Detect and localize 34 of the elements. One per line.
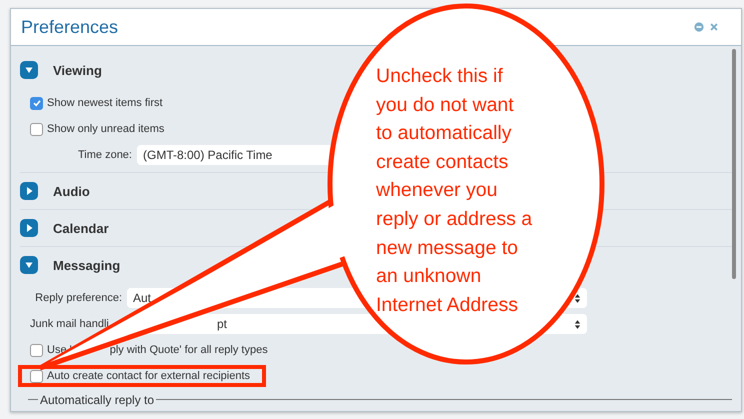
window-title: Preferences: [21, 16, 118, 38]
callout-text-line: new message to: [376, 236, 519, 261]
checkbox-label: ply with Quote' for all reply types: [110, 344, 268, 356]
checkmark-icon: [32, 98, 42, 108]
field-label: Reply preference:: [34, 292, 122, 304]
checkbox-label: Auto create contact for external recipients: [47, 370, 250, 382]
callout-text-line: an unknown: [376, 264, 482, 290]
checkbox[interactable]: [30, 122, 43, 136]
checkbox-label: Show newest items first: [47, 97, 163, 109]
section-title[interactable]: Audio: [53, 184, 90, 198]
callout-text-line: you do not want: [376, 92, 515, 118]
checkbox[interactable]: [30, 344, 43, 356]
section-title[interactable]: Calendar: [53, 220, 109, 236]
group-legend: Automatically reply to: [38, 393, 156, 407]
checkbox[interactable]: [30, 96, 43, 110]
field-label: Junk mail handli: [30, 318, 110, 330]
close-icon[interactable]: [709, 22, 719, 32]
callout-text-line: reply or address a: [376, 206, 532, 232]
callout-text-line: Uncheck this if: [376, 64, 504, 89]
dropdown-arrows-icon: [574, 318, 581, 330]
expand-toggle-icon[interactable]: [20, 182, 38, 200]
callout-text-line: to automatically: [376, 121, 512, 146]
expand-toggle-icon[interactable]: [20, 61, 38, 79]
section-title[interactable]: Viewing: [53, 62, 102, 78]
checkbox-label: Show only unread items: [47, 123, 164, 135]
scrollbar[interactable]: [732, 49, 736, 279]
minimize-icon[interactable]: [694, 22, 704, 32]
dropdown-arrows-icon: [574, 292, 581, 304]
section-title[interactable]: Messaging: [53, 258, 120, 272]
expand-toggle-icon[interactable]: [20, 256, 38, 274]
checkbox[interactable]: [30, 370, 43, 382]
expand-toggle-icon[interactable]: [20, 219, 38, 237]
callout-text-line: whenever you: [376, 178, 498, 204]
field-label: Time zone:: [76, 149, 132, 161]
